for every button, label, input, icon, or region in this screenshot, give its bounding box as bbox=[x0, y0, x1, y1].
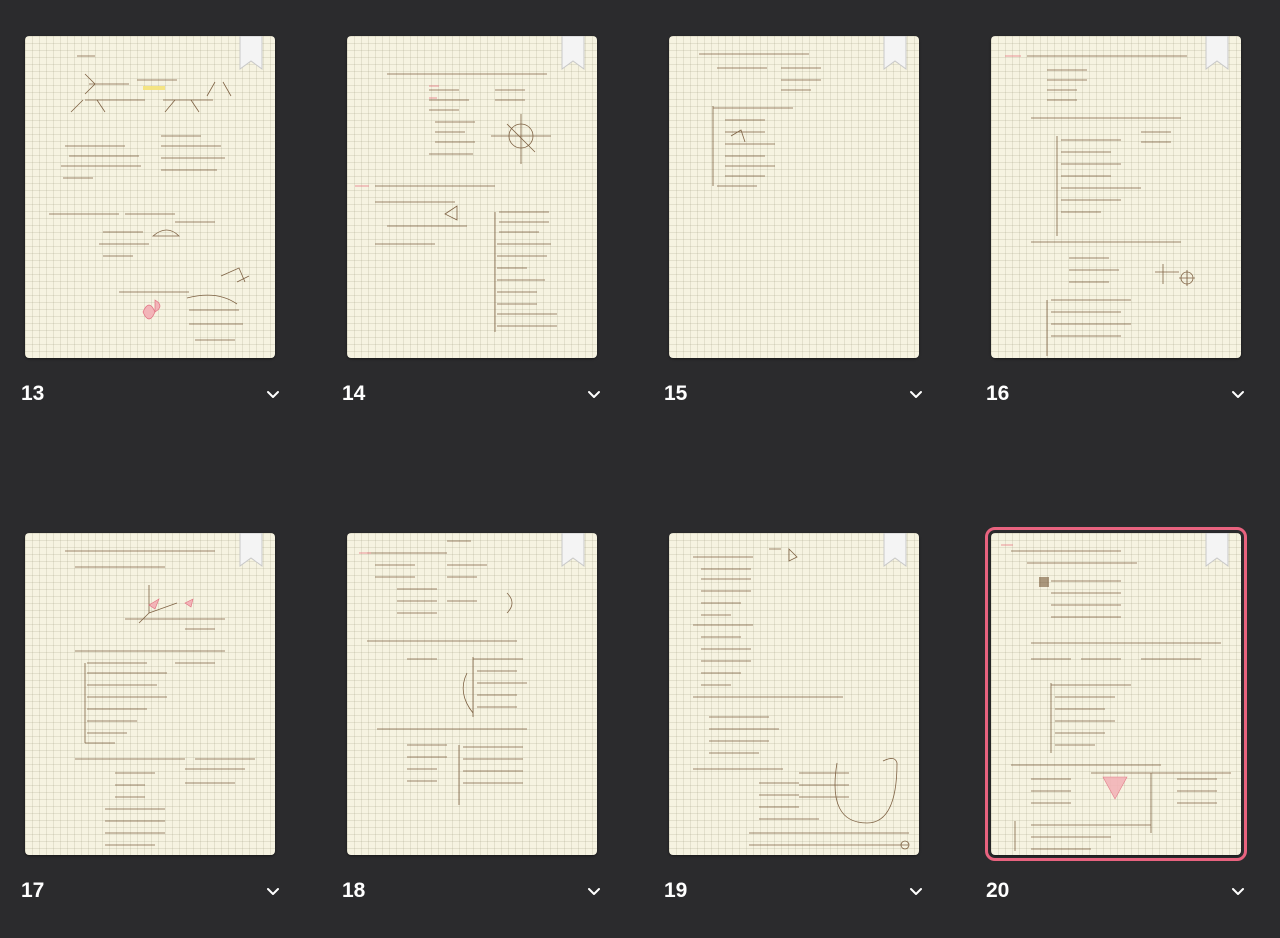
chevron-down-icon[interactable] bbox=[1229, 385, 1247, 403]
handwritten-notes bbox=[699, 53, 821, 187]
handwritten-notes bbox=[1001, 544, 1231, 851]
chevron-down-icon[interactable] bbox=[907, 882, 925, 900]
bookmark-icon[interactable] bbox=[883, 36, 907, 70]
chevron-down-icon[interactable] bbox=[585, 385, 603, 403]
page-number: 13 bbox=[21, 382, 45, 405]
handwritten-notes bbox=[65, 550, 255, 846]
handwritten-notes bbox=[359, 540, 527, 805]
handwritten-notes bbox=[49, 55, 250, 341]
chevron-down-icon[interactable] bbox=[264, 385, 282, 403]
bookmark-icon[interactable] bbox=[239, 36, 263, 70]
chevron-down-icon[interactable] bbox=[1229, 882, 1247, 900]
page-number: 15 bbox=[664, 382, 688, 405]
page-thumbnail-14[interactable] bbox=[347, 36, 597, 358]
page-thumbnail-17[interactable] bbox=[25, 533, 275, 855]
chevron-down-icon[interactable] bbox=[907, 385, 925, 403]
bookmark-icon[interactable] bbox=[1205, 533, 1229, 567]
page-thumbnail-19[interactable] bbox=[669, 533, 919, 855]
page-number: 19 bbox=[664, 879, 688, 902]
page-thumbnail-grid: 13 14 15 16 17 18 19 20 bbox=[0, 0, 1280, 938]
handwritten-notes bbox=[1005, 55, 1195, 356]
page-number: 14 bbox=[342, 382, 366, 405]
bookmark-icon[interactable] bbox=[239, 533, 263, 567]
chevron-down-icon[interactable] bbox=[585, 882, 603, 900]
page-number: 18 bbox=[342, 879, 366, 902]
page-thumbnail-20[interactable] bbox=[985, 527, 1247, 861]
page-thumbnail-16[interactable] bbox=[991, 36, 1241, 358]
handwritten-notes bbox=[693, 548, 910, 850]
bookmark-icon[interactable] bbox=[561, 36, 585, 70]
bookmark-icon[interactable] bbox=[883, 533, 907, 567]
page-thumbnail-15[interactable] bbox=[669, 36, 919, 358]
page-number: 20 bbox=[986, 879, 1010, 902]
chevron-down-icon[interactable] bbox=[264, 882, 282, 900]
page-number: 17 bbox=[21, 879, 45, 902]
page-thumbnail-13[interactable] bbox=[25, 36, 275, 358]
bookmark-icon[interactable] bbox=[1205, 36, 1229, 70]
page-number: 16 bbox=[986, 382, 1010, 405]
page-thumbnail-18[interactable] bbox=[347, 533, 597, 855]
handwritten-notes bbox=[355, 73, 557, 332]
bookmark-icon[interactable] bbox=[561, 533, 585, 567]
